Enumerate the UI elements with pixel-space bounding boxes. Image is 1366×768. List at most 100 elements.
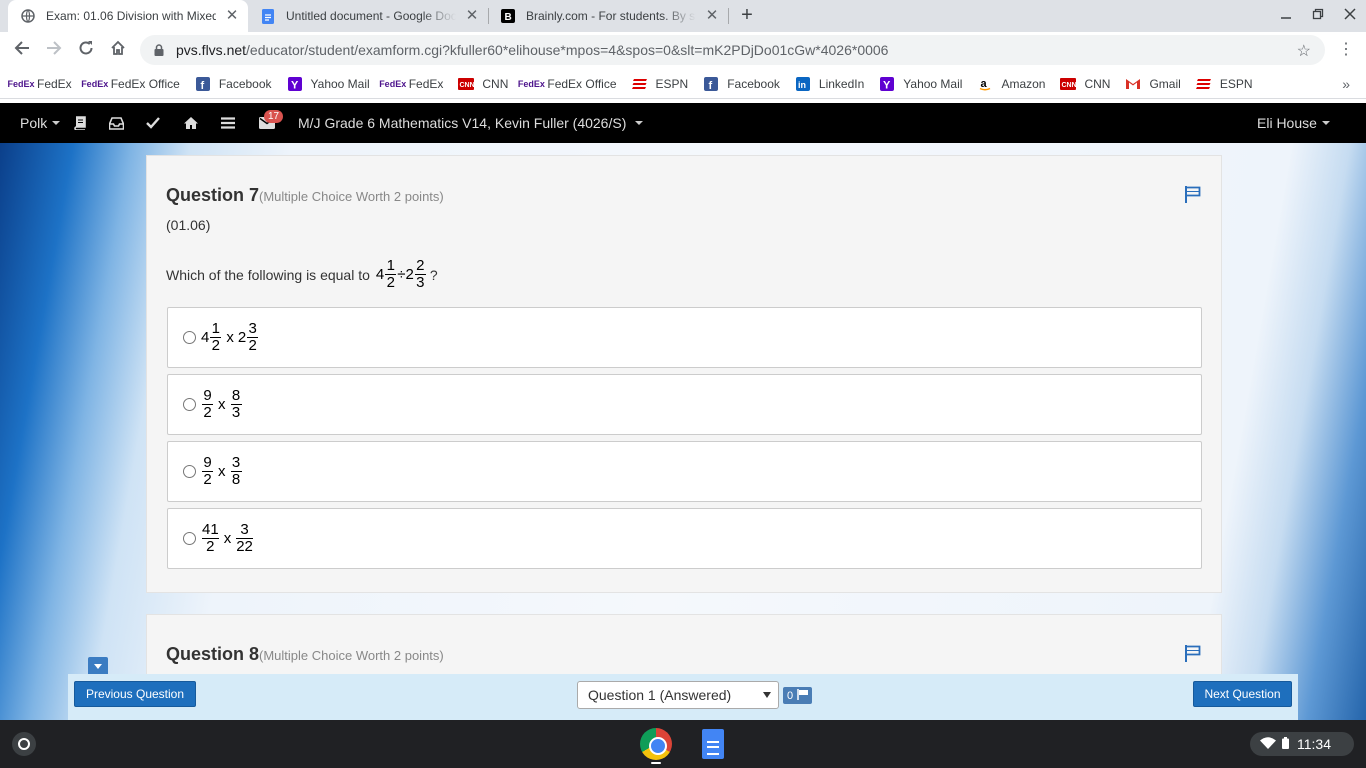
question-worth: (Multiple Choice Worth 2 points) [259, 189, 444, 204]
menu-kebab-icon[interactable]: ⋮ [1336, 40, 1356, 60]
close-tab-icon[interactable]: ✕ [704, 8, 720, 24]
radio-button[interactable] [183, 398, 196, 411]
numerator: 41 [202, 521, 219, 538]
bookmark-label: ESPN [655, 76, 689, 91]
previous-question-button[interactable]: Previous Question [74, 681, 196, 707]
answer-option-2[interactable]: 92 x 83 [167, 374, 1202, 435]
course-navbar: Polk M/J Grade 6 Mathematics V14, Kevin … [0, 103, 1366, 143]
book-icon[interactable] [73, 103, 87, 143]
close-tab-icon[interactable]: ✕ [224, 8, 240, 24]
fraction: 23 [414, 257, 426, 291]
bookmark-gmail[interactable]: Gmail [1125, 76, 1181, 91]
tab-google-docs[interactable]: Untitled document - Google Docs ✕ [248, 0, 488, 32]
os-shelf: 11:34 [0, 720, 1366, 768]
url-path: /educator/student/examform.cgi?kfuller60… [246, 42, 889, 58]
forward-icon[interactable] [44, 40, 64, 60]
flagged-count-badge[interactable]: 0 [783, 687, 812, 704]
browser-toolbar: pvs.flvs.net/educator/student/examform.c… [0, 32, 1366, 69]
radio-button[interactable] [183, 532, 196, 545]
bookmark-cnn[interactable]: CNN CNN [1060, 77, 1110, 91]
flag-icon[interactable] [1184, 644, 1202, 662]
cnn-icon: CNN [458, 77, 475, 91]
minimize-icon[interactable] [1278, 8, 1294, 24]
bookmark-star-icon[interactable]: ☆ [1297, 41, 1311, 61]
bookmark-linkedin[interactable]: in LinkedIn [795, 76, 864, 91]
bookmark-yahoo-mail[interactable]: Y Yahoo Mail [879, 76, 962, 91]
bookmark-fedex[interactable]: FedEx FedEx [8, 77, 72, 91]
user-menu[interactable]: Eli House [1257, 103, 1330, 143]
url-text: pvs.flvs.net/educator/student/examform.c… [176, 42, 888, 58]
bookmark-fedex-office[interactable]: FedEx FedEx Office [518, 77, 617, 91]
bookmark-fedex-office[interactable]: FedEx FedEx Office [81, 77, 180, 91]
mail-icon[interactable] [259, 103, 275, 143]
denominator: 3 [231, 404, 241, 421]
home-icon[interactable] [108, 40, 128, 60]
inbox-icon[interactable] [109, 103, 124, 143]
radio-button[interactable] [183, 331, 196, 344]
mail-count-badge: 17 [264, 110, 284, 123]
globe-icon [20, 8, 36, 24]
numerator: 9 [203, 387, 212, 404]
svg-text:in: in [798, 80, 806, 90]
answer-option-4[interactable]: 41 2 x 3 22 [167, 508, 1202, 569]
bookmark-label: Facebook [727, 76, 780, 91]
operator: x [223, 530, 232, 547]
google-docs-app-icon[interactable] [702, 729, 724, 759]
list-icon[interactable] [221, 103, 235, 143]
bookmark-label: Yahoo Mail [310, 76, 370, 91]
running-app-indicator [651, 762, 661, 764]
next-question-button[interactable]: Next Question [1193, 681, 1292, 707]
check-icon[interactable] [146, 103, 160, 143]
chrome-app-icon[interactable] [640, 728, 672, 760]
bookmark-yahoo-mail[interactable]: Y Yahoo Mail [287, 76, 370, 91]
restore-icon[interactable] [1310, 8, 1326, 24]
bookmark-espn[interactable]: ESPN [631, 76, 689, 91]
bookmark-label: Gmail [1149, 76, 1181, 91]
radio-button[interactable] [183, 465, 196, 478]
yahoo-icon: Y [287, 76, 303, 91]
bookmark-facebook[interactable]: f Facebook [703, 76, 780, 91]
bookmark-cnn[interactable]: CNN CNN [458, 77, 508, 91]
url-host: pvs.flvs.net [176, 42, 247, 58]
close-tab-icon[interactable]: ✕ [464, 8, 480, 24]
svg-text:Y: Y [291, 79, 299, 91]
new-tab-button[interactable]: + [737, 5, 757, 26]
address-bar[interactable]: pvs.flvs.net/educator/student/examform.c… [140, 35, 1325, 65]
bookmark-fedex[interactable]: FedEx FedEx [379, 77, 443, 91]
reload-icon[interactable] [76, 40, 96, 60]
bookmark-espn[interactable]: ESPN [1195, 77, 1253, 91]
course-title: M/J Grade 6 Mathematics V14, Kevin Fulle… [298, 115, 627, 131]
espn-icon [631, 77, 648, 91]
status-tray[interactable]: 11:34 [1250, 732, 1354, 756]
expression: 4 12 ÷ 2 23 [376, 258, 427, 291]
flag-icon[interactable] [1184, 185, 1202, 203]
close-window-icon[interactable] [1342, 8, 1358, 24]
numerator: 1 [386, 257, 395, 274]
lock-icon[interactable] [154, 44, 164, 56]
tab-title: Exam: 01.06 Division with Mixed Numbers [46, 9, 216, 23]
svg-text:f: f [200, 80, 204, 91]
course-menu[interactable]: M/J Grade 6 Mathematics V14, Kevin Fulle… [298, 103, 644, 143]
school-menu[interactable]: Polk [20, 103, 61, 143]
launcher-icon[interactable] [12, 732, 36, 756]
numerator: 2 [416, 257, 425, 274]
home-icon[interactable] [183, 103, 199, 143]
back-icon[interactable] [12, 40, 32, 60]
operator: ÷ [397, 266, 406, 283]
google-docs-icon [260, 8, 276, 24]
numerator: 1 [211, 320, 221, 337]
question-select[interactable]: Question 1 (Answered) [577, 681, 779, 709]
svg-text:B: B [505, 12, 512, 23]
bookmark-facebook[interactable]: f Facebook [195, 76, 272, 91]
answer-option-1[interactable]: 4 12 x 2 32 [167, 307, 1202, 368]
browser-tab-strip: Exam: 01.06 Division with Mixed Numbers … [0, 0, 1366, 32]
collapse-toggle-icon[interactable] [88, 657, 108, 675]
chevron-down-icon [52, 121, 61, 125]
tab-brainly[interactable]: B Brainly.com - For students. By student… [488, 0, 728, 32]
tab-exam[interactable]: Exam: 01.06 Division with Mixed Numbers … [8, 0, 248, 32]
answer-option-3[interactable]: 92 x 38 [167, 441, 1202, 502]
operator: x [226, 329, 234, 346]
bookmark-amazon[interactable]: a Amazon [977, 77, 1045, 91]
bookmarks-overflow-icon[interactable]: » [1342, 76, 1350, 92]
question-worth: (Multiple Choice Worth 2 points) [259, 648, 444, 663]
